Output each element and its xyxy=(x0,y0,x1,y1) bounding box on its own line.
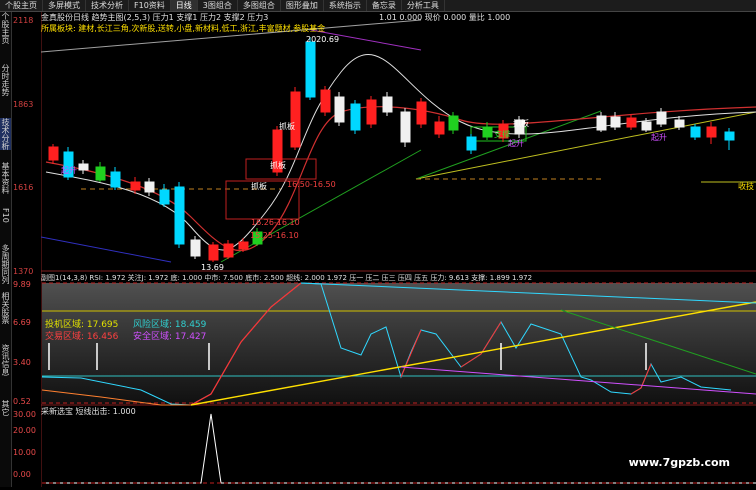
candle-body xyxy=(724,131,735,141)
candle-body xyxy=(190,239,201,257)
candle-body xyxy=(130,181,141,191)
high-label: 2020.69 xyxy=(306,35,340,44)
signal-line xyxy=(42,413,756,484)
candle-body xyxy=(350,103,361,131)
top-tab[interactable]: 日线 xyxy=(170,0,198,11)
watermark: www.7gpzb.com xyxy=(628,456,730,469)
candle-body xyxy=(626,117,637,128)
sidebar-tab[interactable]: 资讯信息 xyxy=(0,344,11,376)
candle-body xyxy=(482,126,493,138)
range-label: 15.25-16.10 xyxy=(250,231,299,240)
annotation-box: 抓板 xyxy=(513,119,529,128)
candle-body xyxy=(334,96,345,123)
candle-body xyxy=(610,116,621,128)
top-tab[interactable]: 系统指示 xyxy=(324,0,367,11)
candle-body xyxy=(674,119,685,128)
candle-body xyxy=(400,111,411,143)
top-tab[interactable]: 多屏模式 xyxy=(43,0,86,11)
annotation-box: 抓板 xyxy=(270,161,286,170)
qishi-label: 起升 xyxy=(61,166,77,175)
zhicheng-label: 支撑 xyxy=(494,130,510,139)
range-label: 16.50-16.50 xyxy=(287,180,336,189)
top-tab[interactable]: 多图组合 xyxy=(238,0,281,11)
shouji-label: 收技 xyxy=(738,182,754,191)
ind-axis-label: 6.69 xyxy=(13,318,31,327)
zone-anquan: 安全区域: 17.427 xyxy=(133,332,207,342)
candle-body xyxy=(382,96,393,113)
main-header-right: 1.01 0.000 现价 0.000 量比 1.000 xyxy=(379,13,511,22)
zone-jiaoyi: 交易区域: 16.456 xyxy=(45,332,119,342)
price-axis-label: 2118 xyxy=(13,16,34,25)
bottom-axis-label: 20.00 xyxy=(13,426,36,435)
main-header-line1: 金真股份日线 趋势主图(2,5,3) 压力1 支撑1 压力2 支撑2 压力3 xyxy=(41,13,269,22)
candle-body xyxy=(448,115,459,131)
top-toolbar: 个股主页 多屏模式 技术分析 F10资料 日线 3图组合 多图组合 图形叠加 系统指示 备忘录 分析… xyxy=(0,0,756,12)
candle-body xyxy=(238,241,249,250)
annotation-box: 抓板 xyxy=(251,182,267,191)
trend-line xyxy=(40,236,172,263)
candle-body xyxy=(95,166,106,181)
candle-body xyxy=(416,101,427,125)
range-label: 16.26-16.10 xyxy=(251,218,300,227)
candle-body xyxy=(159,189,170,205)
sidebar-tab[interactable]: 多周期同列 xyxy=(0,244,11,284)
candle-body xyxy=(208,244,219,261)
ma-line xyxy=(45,54,756,251)
top-tab[interactable]: 分析工具 xyxy=(402,0,445,11)
bottom-header: 采新选宝 短线出击: 1.000 xyxy=(41,407,136,416)
price-axis-label: 1863 xyxy=(13,100,34,109)
top-tab[interactable]: F10资料 xyxy=(129,0,171,11)
sector-line: 所属板块: 建材,长江三角,次新股,送转,小盘,新材料,低工,浙江,丰富题材,参… xyxy=(41,24,326,33)
candle-body xyxy=(434,121,445,135)
trend-line xyxy=(220,149,422,263)
sidebar-tab[interactable]: 其它 xyxy=(0,400,11,416)
candle-body xyxy=(466,136,477,151)
candle-body xyxy=(305,41,316,98)
candle-body xyxy=(596,115,607,131)
top-tab[interactable]: 备忘录 xyxy=(367,0,402,11)
candle-body xyxy=(706,126,717,138)
candle-body xyxy=(366,99,377,125)
qishi-label: 起升 xyxy=(651,133,667,142)
candle-body xyxy=(78,163,89,171)
chart-area[interactable]: 金真股份日线 趋势主图(2,5,3) 压力1 支撑1 压力2 支撑2 压力3 1… xyxy=(40,12,756,487)
candle-body xyxy=(641,121,652,131)
candle-body xyxy=(110,171,121,188)
candle-body xyxy=(144,181,155,193)
top-tab[interactable]: 3图组合 xyxy=(198,0,238,11)
sidebar-tab[interactable]: 分时走势 xyxy=(0,64,11,96)
sidebar-tab[interactable]: 技术分析 xyxy=(0,118,11,150)
sidebar-tab[interactable]: F10 xyxy=(0,208,11,223)
sidebar-tab[interactable]: 相关股票 xyxy=(0,292,11,324)
annotation-box: 抓板 xyxy=(279,122,295,131)
bottom-axis-label: 10.00 xyxy=(13,448,36,457)
candle-body xyxy=(174,186,185,245)
candle-body xyxy=(690,126,701,138)
top-tab[interactable]: 个股主页 xyxy=(0,0,43,11)
candle-body xyxy=(48,146,59,161)
top-tab[interactable]: 图形叠加 xyxy=(281,0,324,11)
ind-axis-label: 9.89 xyxy=(13,280,31,289)
sidebar-tab[interactable]: 基本资料 xyxy=(0,162,11,194)
price-axis-label: 1370 xyxy=(13,267,34,276)
bottom-axis-label: 30.00 xyxy=(13,410,36,419)
price-axis: 2118 1863 1616 1370 9.89 6.69 3.40 0.52 … xyxy=(11,12,41,487)
price-axis-label: 1616 xyxy=(13,183,34,192)
bottom-axis-label: 0.00 xyxy=(13,470,31,479)
ind-axis-label: 3.40 xyxy=(13,358,31,367)
candle-body xyxy=(290,91,301,148)
indicator-header: 副图1(14,3,8) RSI: 1.972 关注J: 1.972 底: 1.0… xyxy=(41,274,533,282)
chart-svg[interactable] xyxy=(40,12,756,487)
candle-body xyxy=(223,243,234,258)
top-tab[interactable]: 技术分析 xyxy=(86,0,129,11)
low-label: 13.69 xyxy=(201,263,224,272)
ind-axis-label: 0.52 xyxy=(13,397,31,406)
candle-body xyxy=(656,111,667,125)
sidebar-tab[interactable]: 个股主页 xyxy=(0,12,11,44)
candle-body xyxy=(320,89,331,113)
